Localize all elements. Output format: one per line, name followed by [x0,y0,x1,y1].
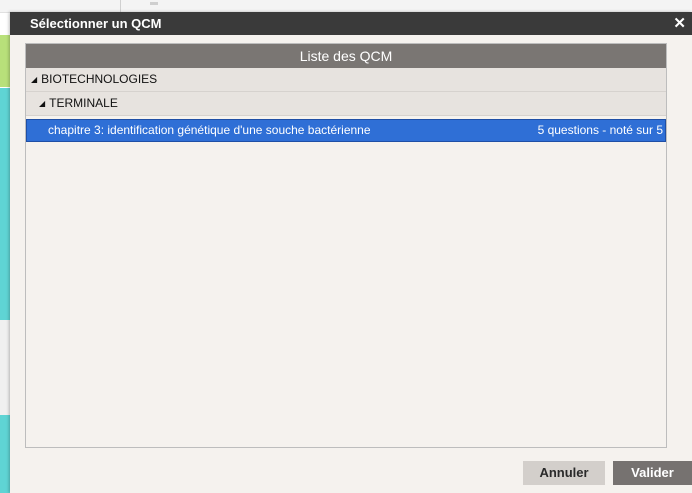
close-icon[interactable]: ✕ [673,14,686,32]
select-qcm-dialog: Sélectionner un QCM ✕ Liste des QCM ◢ BIO… [10,12,692,493]
dialog-title: Sélectionner un QCM [30,16,162,31]
qcm-list: Liste des QCM ◢ BIOTECHNOLOGIES ◢ TERMINAL… [25,43,667,448]
background-strip [0,320,10,415]
group-biotechnologies[interactable]: ◢ BIOTECHNOLOGIES [26,68,666,92]
qcm-item-title: chapitre 3: identification génétique d'u… [48,123,371,137]
group-terminale[interactable]: ◢ TERMINALE [26,92,666,116]
background-control [150,2,158,5]
list-header: Liste des QCM [26,44,666,68]
triangle-expanded-icon[interactable]: ◢ [39,92,45,115]
qcm-item-meta: 5 questions - noté sur 5 [537,123,663,137]
qcm-item[interactable]: chapitre 3: identification génétique d'u… [26,119,666,142]
group-label: BIOTECHNOLOGIES [41,72,158,86]
background-strip [0,415,10,493]
background-separator [120,0,121,12]
triangle-expanded-icon[interactable]: ◢ [31,68,37,91]
background-strip [0,35,10,87]
group-label: TERMINALE [49,96,118,110]
background-strip [0,88,10,320]
dialog-titlebar: Sélectionner un QCM ✕ [10,12,692,35]
cancel-button[interactable]: Annuler [523,461,605,485]
validate-button[interactable]: Valider [613,461,692,485]
